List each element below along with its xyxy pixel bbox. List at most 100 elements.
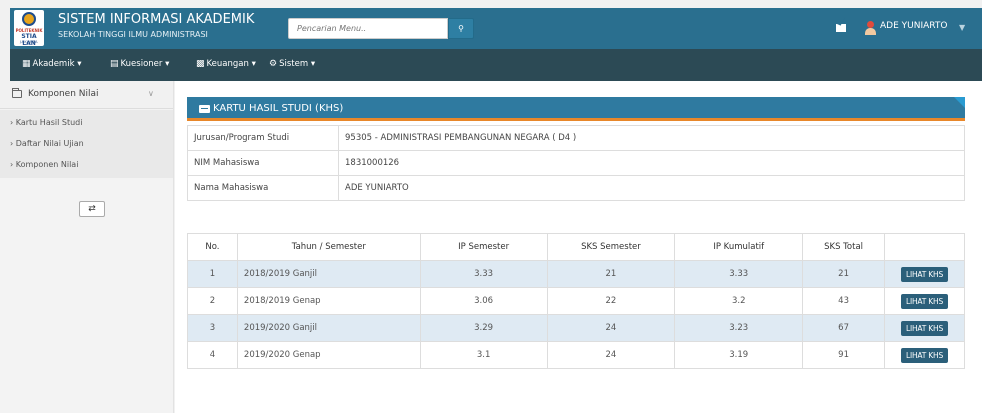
sidebar-title: Komponen Nilai [28,89,99,99]
student-info-table: Jurusan/Program Studi 95305 - ADMINISTRA… [187,125,965,201]
column-header: IP Kumulatif [674,233,804,261]
app-subtitle: SEKOLAH TINGGI ILMU ADMINISTRASI [58,30,208,39]
cell-ip-semester: 3.1 [419,341,548,369]
money-icon: ▩ [196,59,205,69]
user-avatar-icon[interactable] [864,21,877,35]
cell-semester: 2019/2020 Genap [236,341,421,369]
cell-semester: 2018/2019 Ganjil [236,260,421,288]
panel-corner-decoration [954,97,965,108]
document-icon: ▤ [110,59,119,69]
table-row: 2 2018/2019 Genap 3.06 22 3.2 43 LIHAT K… [187,287,965,315]
swap-arrows-icon: ⇄ [88,204,96,214]
nav-kuesioner[interactable]: ▤ Kuesioner ▾ [110,59,169,69]
app-logo[interactable]: POLITEKNIK STIA LAN JAKARTA [14,10,44,47]
nav-keuangan[interactable]: ▩ Keuangan ▾ [196,59,256,69]
cell-sks-total: 91 [802,341,885,369]
column-header: SKS Total [802,233,885,261]
chevron-down-icon[interactable]: ∨ [148,89,154,98]
caret-down-icon: ▾ [251,59,256,69]
cell-sks-semester: 24 [546,341,676,369]
cell-no: 2 [187,287,238,315]
cell-action: LIHAT KHS [884,314,965,342]
info-label: Jurusan/Program Studi [187,125,339,151]
info-row: Nama Mahasiswa ADE YUNIARTO [187,175,965,201]
info-value: 95305 - ADMINISTRASI PEMBANGUNAN NEGARA … [338,125,965,151]
sidebar-header[interactable]: Komponen Nilai ∨ [0,81,173,109]
column-header: Tahun / Semester [236,233,421,261]
info-label: NIM Mahasiswa [187,150,339,176]
search-button[interactable]: ⚲ [448,18,474,39]
cell-no: 1 [187,260,238,288]
sidebar-item-label: Kartu Hasil Studi [15,118,83,127]
cell-sks-total: 67 [802,314,885,342]
main-nav: ▦ Akademik ▾ ▤ Kuesioner ▾ ▩ Keuangan ▾ ⚙ Si… [10,49,982,81]
menu-search-input[interactable] [288,18,448,39]
nav-akademik[interactable]: ▦ Akademik ▾ [22,59,82,69]
cell-action: LIHAT KHS [884,260,965,288]
search-icon: ⚲ [458,24,464,33]
nav-label: Kuesioner [120,59,163,69]
table-row: 3 2019/2020 Ganjil 3.29 24 3.23 67 LIHAT… [187,314,965,342]
chevron-right-icon: › [10,160,14,169]
info-row: Jurusan/Program Studi 95305 - ADMINISTRA… [187,125,965,151]
caret-down-icon: ▾ [77,59,82,69]
id-card-icon [199,105,210,113]
sidebar-menu: › Kartu Hasil Studi › Daftar Nilai Ujian… [0,110,173,178]
logo-emblem-icon [22,12,36,26]
column-header [884,233,965,261]
cell-ip-kumulatif: 3.33 [674,260,804,288]
info-row: NIM Mahasiswa 1831000126 [187,150,965,176]
cell-sks-semester: 24 [546,314,676,342]
nav-label: Akademik [32,59,75,69]
cell-sks-semester: 21 [546,260,676,288]
cell-no: 4 [187,341,238,369]
mail-icon[interactable] [836,24,846,32]
caret-down-icon: ▾ [165,59,170,69]
lihat-khs-button[interactable]: LIHAT KHS [900,320,949,336]
cell-ip-kumulatif: 3.19 [674,341,804,369]
lihat-khs-button[interactable]: LIHAT KHS [900,266,949,282]
nav-label: Keuangan [206,59,249,69]
cell-ip-semester: 3.33 [419,260,548,288]
institution-icon: ▦ [22,59,31,69]
nav-sistem[interactable]: ⚙ Sistem ▾ [269,59,315,69]
sidebar-item-label: Komponen Nilai [15,160,79,169]
chevron-right-icon: › [10,139,14,148]
info-value: ADE YUNIARTO [338,175,965,201]
folder-icon [12,88,22,98]
cell-sks-total: 43 [802,287,885,315]
column-header: SKS Semester [546,233,676,261]
table-header-row: No. Tahun / Semester IP Semester SKS Sem… [187,233,965,261]
sidebar-item-daftar-nilai-ujian[interactable]: › Daftar Nilai Ujian [10,139,84,148]
cell-sks-total: 21 [802,260,885,288]
khs-table: No. Tahun / Semester IP Semester SKS Sem… [187,233,965,369]
gear-icon: ⚙ [269,59,278,69]
caret-down-icon: ▾ [310,59,316,69]
table-row: 1 2018/2019 Ganjil 3.33 21 3.33 21 LIHAT… [187,260,965,288]
caret-down-icon[interactable]: ▼ [959,23,965,32]
cell-action: LIHAT KHS [884,341,965,369]
sidebar: Komponen Nilai ∨ › Kartu Hasil Studi › D… [0,81,174,413]
logo-line-3: JAKARTA [20,40,38,44]
cell-no: 3 [187,314,238,342]
app-title: SISTEM INFORMASI AKADEMIK [58,12,255,27]
cell-semester: 2019/2020 Ganjil [236,314,421,342]
cell-semester: 2018/2019 Genap [236,287,421,315]
chevron-right-icon: › [10,118,14,127]
info-value: 1831000126 [338,150,965,176]
sidebar-item-kartu-hasil-studi[interactable]: › Kartu Hasil Studi [10,118,82,127]
sidebar-toggle-button[interactable]: ⇄ [79,201,105,217]
table-row: 4 2019/2020 Genap 3.1 24 3.19 91 LIHAT K… [187,341,965,369]
lihat-khs-button[interactable]: LIHAT KHS [900,293,949,309]
column-header: IP Semester [419,233,548,261]
top-header: POLITEKNIK STIA LAN JAKARTA SISTEM INFOR… [10,8,982,49]
column-header: No. [187,233,238,261]
cell-ip-kumulatif: 3.2 [674,287,804,315]
lihat-khs-button[interactable]: LIHAT KHS [900,347,949,363]
cell-action: LIHAT KHS [884,287,965,315]
user-name[interactable]: ADE YUNIARTO [880,21,947,31]
info-label: Nama Mahasiswa [187,175,339,201]
sidebar-item-komponen-nilai[interactable]: › Komponen Nilai [10,160,78,169]
nav-label: Sistem [279,59,309,69]
sidebar-item-label: Daftar Nilai Ujian [15,139,84,148]
